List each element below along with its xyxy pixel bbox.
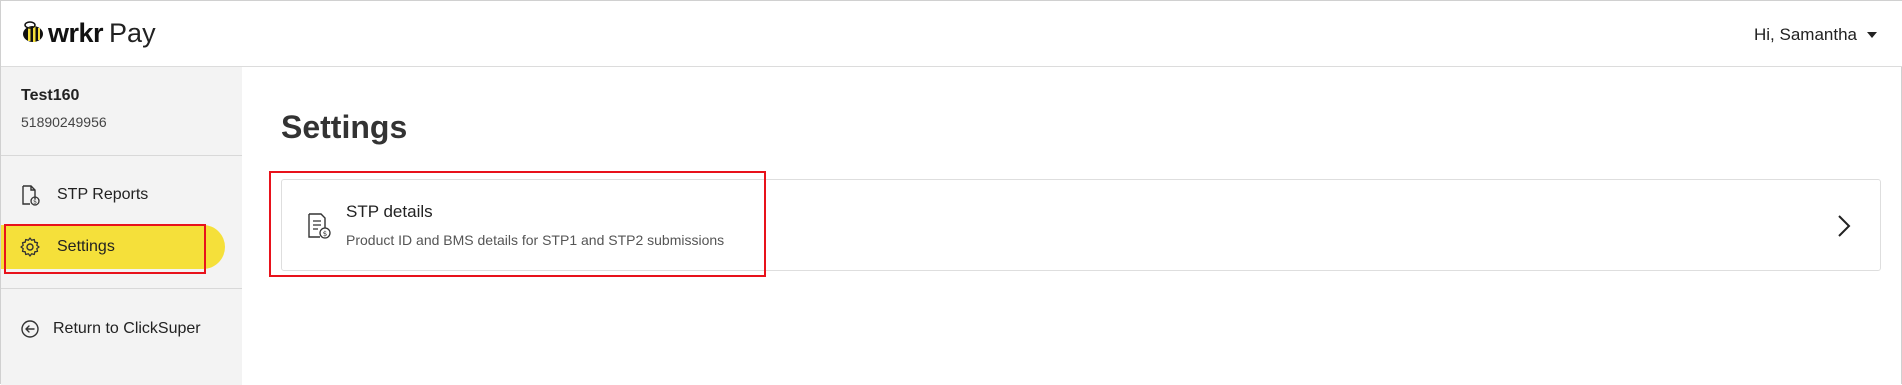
- top-header: wrkr Pay Hi, Samantha: [1, 1, 1902, 67]
- svg-text:$: $: [33, 199, 37, 206]
- user-menu[interactable]: Hi, Samantha: [1754, 23, 1877, 47]
- arrow-left-circle-icon: [19, 318, 41, 340]
- sidebar-item-settings[interactable]: Settings: [1, 225, 225, 269]
- user-greeting: Hi, Samantha: [1754, 25, 1857, 44]
- sidebar: Test160 51890249956 $ STP Reports Settin…: [1, 67, 242, 385]
- sidebar-divider: [1, 288, 242, 289]
- account-info: Test160 51890249956: [21, 87, 107, 130]
- brand-name: wrkr: [48, 17, 104, 48]
- page-title: Settings: [281, 109, 408, 145]
- caret-down-icon: [1867, 32, 1877, 38]
- stp-details-card[interactable]: $ STP details Product ID and BMS details…: [281, 179, 1881, 271]
- account-number: 51890249956: [21, 114, 107, 130]
- gear-icon: [19, 236, 41, 258]
- chevron-right-icon: [1838, 215, 1851, 237]
- document-dollar-icon: $: [19, 184, 41, 206]
- sidebar-divider: [1, 155, 242, 156]
- sidebar-item-return-to-clicksuper[interactable]: Return to ClickSuper: [1, 307, 201, 351]
- account-name: Test160: [21, 87, 80, 104]
- document-list-icon: $: [308, 213, 331, 239]
- sidebar-item-label: Settings: [57, 238, 115, 255]
- svg-text:$: $: [323, 230, 327, 238]
- sidebar-item-label: Return to ClickSuper: [53, 320, 201, 337]
- product-name: Pay: [109, 17, 156, 48]
- card-description: Product ID and BMS details for STP1 and …: [346, 232, 725, 248]
- card-title: STP details: [346, 202, 433, 221]
- app-logo[interactable]: wrkr Pay: [20, 15, 156, 51]
- sidebar-item-label: STP Reports: [57, 186, 149, 203]
- bee-logo-icon: [23, 21, 43, 42]
- app-frame: wrkr Pay Hi, Samantha Test160 5189024995…: [0, 0, 1902, 385]
- sidebar-item-stp-reports[interactable]: $ STP Reports: [1, 173, 148, 217]
